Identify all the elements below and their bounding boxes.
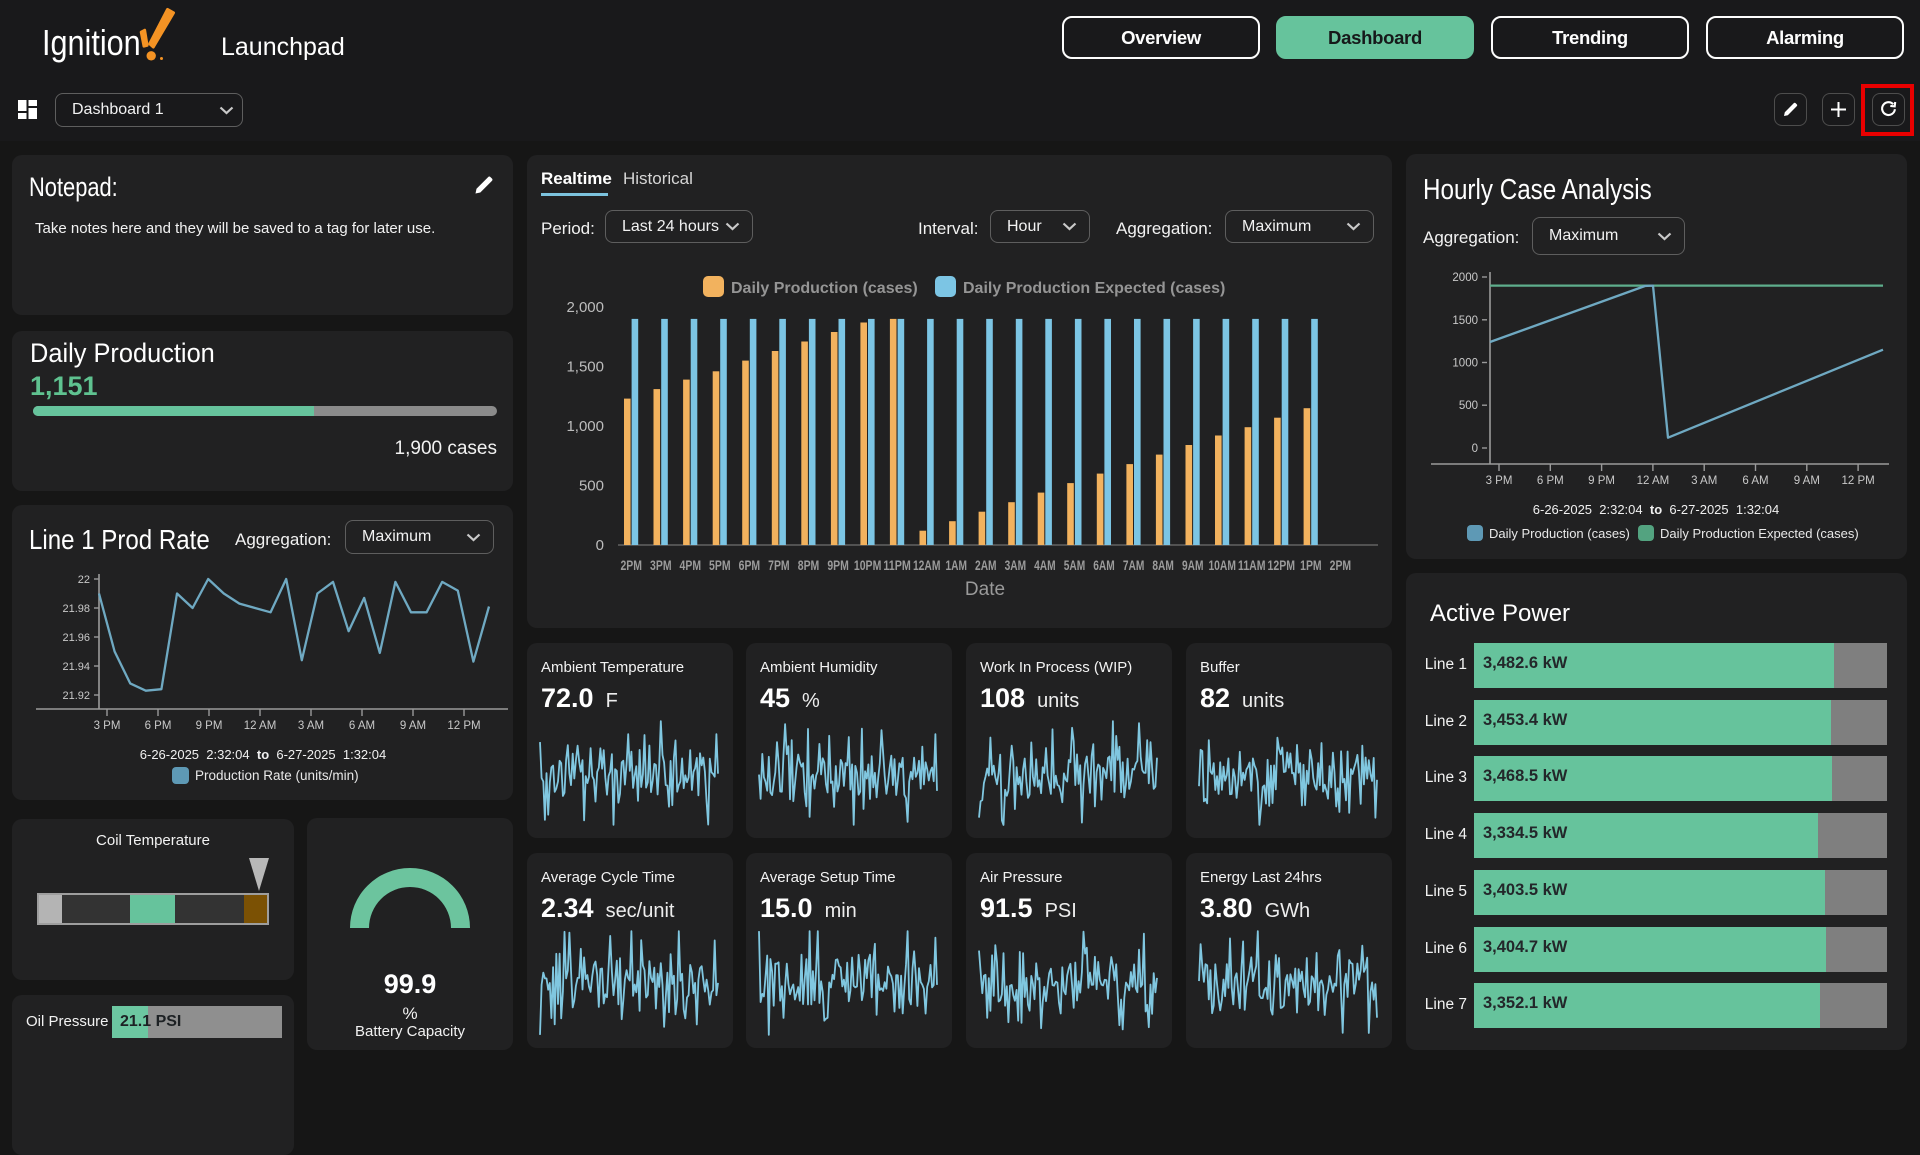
svg-text:4AM: 4AM [1034, 558, 1056, 573]
svg-text:6AM: 6AM [1093, 558, 1115, 573]
svg-text:9AM: 9AM [1182, 558, 1204, 573]
svg-text:21.92: 21.92 [62, 690, 90, 702]
svg-text:2000: 2000 [1452, 272, 1478, 284]
svg-text:Production Rate (units/min): Production Rate (units/min) [195, 768, 359, 783]
svg-text:8AM: 8AM [1152, 558, 1174, 573]
svg-text:11AM: 11AM [1238, 558, 1266, 573]
svg-text:1,500: 1,500 [566, 359, 604, 376]
svg-text:3 AM: 3 AM [1691, 475, 1717, 487]
svg-text:12AM: 12AM [913, 558, 941, 573]
svg-text:3 AM: 3 AM [298, 720, 324, 732]
svg-text:21.98: 21.98 [62, 603, 90, 615]
svg-text:6-26-2025 2:32:04 to 6-27-2: 6-26-2025 2:32:04 to 6-27-2025 1:32:04 [140, 747, 386, 762]
svg-text:3 PM: 3 PM [94, 720, 121, 732]
svg-text:Date: Date [965, 579, 1005, 600]
svg-text:12 AM: 12 AM [244, 720, 277, 732]
svg-text:12 PM: 12 PM [447, 720, 480, 732]
svg-text:2PM: 2PM [1330, 558, 1352, 573]
svg-text:4PM: 4PM [680, 558, 702, 573]
svg-text:Daily Production (cases): Daily Production (cases) [731, 280, 918, 297]
svg-text:2,000: 2,000 [566, 299, 604, 316]
svg-text:1AM: 1AM [945, 558, 967, 573]
svg-text:9 AM: 9 AM [400, 720, 426, 732]
svg-text:21.96: 21.96 [62, 632, 90, 644]
svg-text:1PM: 1PM [1300, 558, 1322, 573]
svg-text:3PM: 3PM [650, 558, 672, 573]
svg-text:9 PM: 9 PM [196, 720, 223, 732]
svg-text:22: 22 [78, 574, 90, 586]
svg-text:5PM: 5PM [709, 558, 731, 573]
svg-text:12 AM: 12 AM [1637, 475, 1670, 487]
svg-text:6 AM: 6 AM [349, 720, 375, 732]
svg-text:0: 0 [596, 537, 604, 554]
svg-text:1,000: 1,000 [566, 418, 604, 435]
svg-text:3 PM: 3 PM [1486, 475, 1513, 487]
svg-text:10PM: 10PM [854, 558, 882, 573]
svg-text:8PM: 8PM [798, 558, 820, 573]
svg-text:1000: 1000 [1452, 358, 1478, 370]
svg-text:9PM: 9PM [827, 558, 849, 573]
svg-text:10AM: 10AM [1208, 558, 1236, 573]
svg-text:6-26-2025 2:32:04 to 6-27-2: 6-26-2025 2:32:04 to 6-27-2025 1:32:04 [1533, 502, 1779, 517]
svg-text:3AM: 3AM [1005, 558, 1027, 573]
svg-text:7PM: 7PM [768, 558, 790, 573]
svg-text:12 PM: 12 PM [1841, 475, 1874, 487]
svg-text:9 AM: 9 AM [1794, 475, 1820, 487]
svg-text:12PM: 12PM [1268, 558, 1296, 573]
svg-text:Daily Production Expected (cas: Daily Production Expected (cases) [963, 280, 1225, 297]
svg-text:7AM: 7AM [1123, 558, 1145, 573]
svg-text:2PM: 2PM [620, 558, 642, 573]
svg-text:9 PM: 9 PM [1588, 475, 1615, 487]
svg-text:1500: 1500 [1452, 315, 1478, 327]
svg-text:11PM: 11PM [883, 558, 911, 573]
svg-text:6 AM: 6 AM [1742, 475, 1768, 487]
svg-text:500: 500 [579, 478, 604, 495]
svg-text:6PM: 6PM [739, 558, 761, 573]
svg-text:500: 500 [1459, 400, 1478, 412]
svg-text:5AM: 5AM [1064, 558, 1086, 573]
svg-text:6 PM: 6 PM [1537, 475, 1564, 487]
svg-text:21.94: 21.94 [62, 661, 90, 673]
svg-text:Daily Production (cases): Daily Production (cases) [1489, 526, 1630, 541]
svg-text:Daily Production Expected (cas: Daily Production Expected (cases) [1660, 526, 1859, 541]
svg-text:6 PM: 6 PM [145, 720, 172, 732]
svg-text:2AM: 2AM [975, 558, 997, 573]
svg-text:0: 0 [1472, 443, 1478, 455]
